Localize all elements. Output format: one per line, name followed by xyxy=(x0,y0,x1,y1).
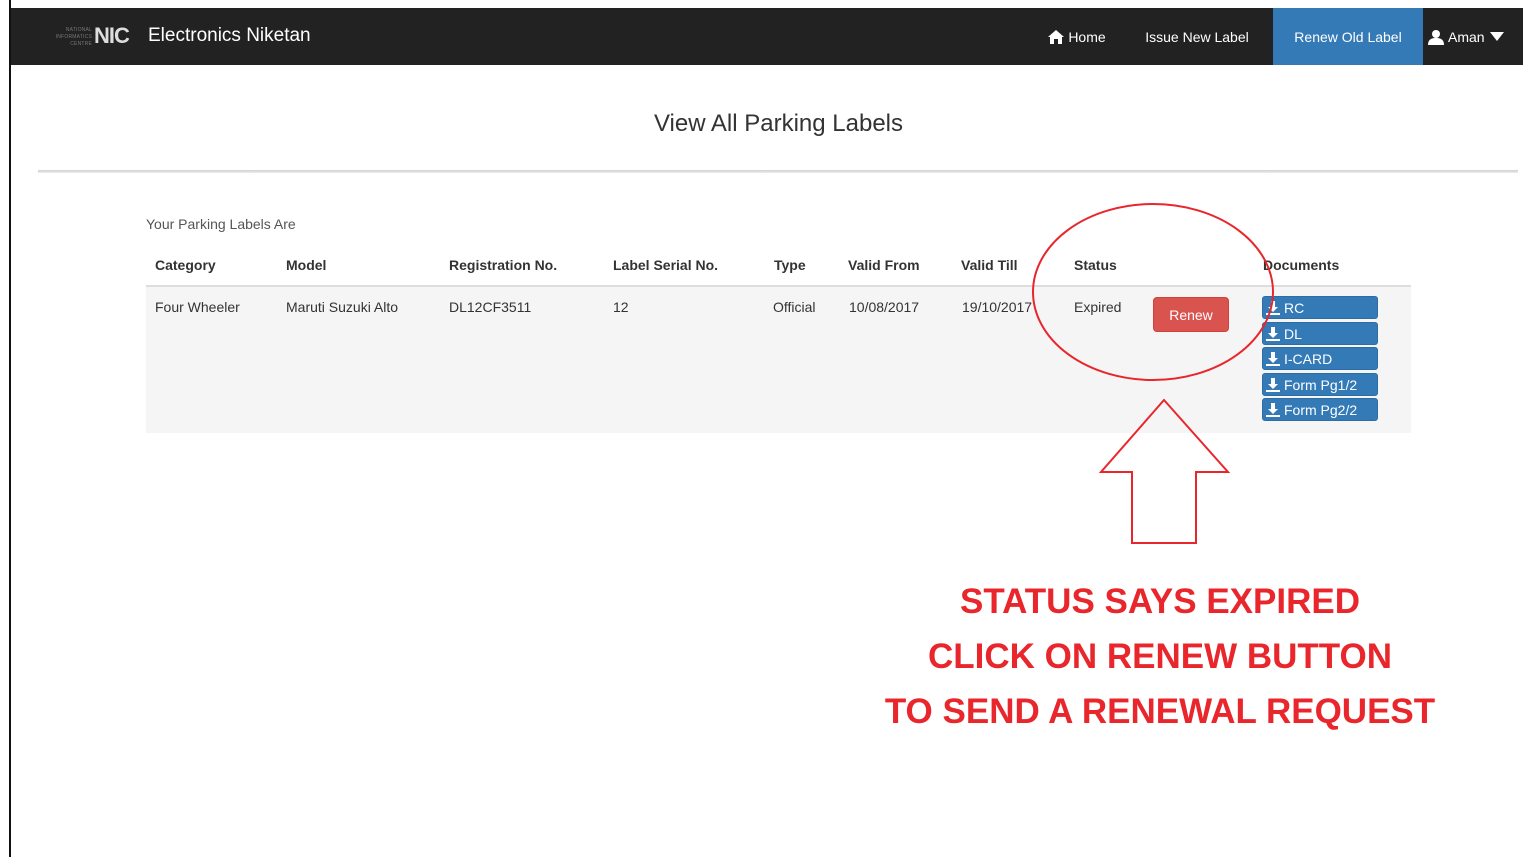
document-form-pg2-button[interactable]: Form Pg2/2 xyxy=(1262,398,1378,421)
nav-home[interactable]: Home xyxy=(1040,8,1114,65)
logo-subtext: NATIONAL INFORMATICS CENTRE xyxy=(55,27,92,47)
document-dl-button[interactable]: DL xyxy=(1262,322,1378,345)
col-valid-from: Valid From xyxy=(848,257,920,273)
left-border xyxy=(9,0,11,857)
document-label: DL xyxy=(1284,325,1302,342)
document-label: Form Pg2/2 xyxy=(1284,401,1358,418)
nav-renew-label: Renew Old Label xyxy=(1294,28,1402,45)
home-icon xyxy=(1048,29,1065,44)
nav-renew-old-label[interactable]: Renew Old Label xyxy=(1273,8,1423,65)
brand-title[interactable]: Electronics Niketan xyxy=(148,25,311,47)
page-title: View All Parking Labels xyxy=(653,110,904,137)
navbar: NATIONAL INFORMATICS CENTRE NIC Electron… xyxy=(10,8,1523,65)
nav-user-label: Aman xyxy=(1448,28,1485,45)
section-label: Your Parking Labels Are xyxy=(146,216,296,232)
cell-category: Four Wheeler xyxy=(155,299,240,315)
document-label: RC xyxy=(1284,299,1305,316)
table-header: Category Model Registration No. Label Se… xyxy=(146,248,1411,287)
caret-down-icon xyxy=(1489,31,1504,41)
renew-button-label: Renew xyxy=(1169,306,1213,323)
user-icon xyxy=(1428,29,1444,45)
renew-button[interactable]: Renew xyxy=(1153,297,1229,332)
cell-valid-from: 10/08/2017 xyxy=(849,299,920,315)
download-icon xyxy=(1266,300,1280,315)
document-icard-button[interactable]: I-CARD xyxy=(1262,347,1378,370)
col-documents: Documents xyxy=(1263,257,1340,273)
logo-mark: NIC xyxy=(94,23,130,48)
table-row: Four Wheeler Maruti Suzuki Alto DL12CF35… xyxy=(146,287,1411,433)
document-label: I-CARD xyxy=(1284,350,1333,367)
document-form-pg1-button[interactable]: Form Pg1/2 xyxy=(1262,373,1378,396)
document-rc-button[interactable]: RC xyxy=(1262,296,1378,319)
cell-status: Expired xyxy=(1074,299,1122,315)
header-divider xyxy=(38,170,1518,173)
nav-issue-new-label[interactable]: Issue New Label xyxy=(1130,8,1264,65)
col-category: Category xyxy=(155,257,216,273)
cell-label-serial-no: 12 xyxy=(613,299,629,315)
download-icon xyxy=(1266,351,1280,366)
cell-valid-till: 19/10/2017 xyxy=(962,299,1033,315)
nav-user-menu[interactable]: Aman xyxy=(1428,8,1523,65)
annotation-text: STATUS SAYS EXPIRED CLICK ON RENEW BUTTO… xyxy=(860,574,1460,739)
annotation-line: CLICK ON RENEW BUTTON xyxy=(927,637,1393,676)
annotation-line: TO SEND A RENEWAL REQUEST xyxy=(884,692,1436,731)
download-icon xyxy=(1266,326,1280,341)
screenshot-frame: NATIONAL INFORMATICS CENTRE NIC Electron… xyxy=(0,0,1523,857)
cell-type: Official xyxy=(773,299,816,315)
cell-model: Maruti Suzuki Alto xyxy=(286,299,399,315)
col-valid-till: Valid Till xyxy=(961,257,1018,273)
download-icon xyxy=(1266,402,1280,417)
download-icon xyxy=(1266,377,1280,392)
cell-registration-no: DL12CF3511 xyxy=(449,299,532,315)
nav-home-label: Home xyxy=(1068,28,1106,45)
top-margin xyxy=(0,0,1523,8)
nic-logo[interactable]: NATIONAL INFORMATICS CENTRE NIC xyxy=(48,22,140,52)
col-type: Type xyxy=(774,257,806,273)
col-registration-no: Registration No. xyxy=(449,257,558,273)
col-model: Model xyxy=(286,257,327,273)
col-status: Status xyxy=(1074,257,1117,273)
annotation-line: STATUS SAYS EXPIRED xyxy=(959,582,1360,621)
col-label-serial-no: Label Serial No. xyxy=(613,257,719,273)
nav-issue-label: Issue New Label xyxy=(1145,28,1249,45)
document-label: Form Pg1/2 xyxy=(1284,376,1358,393)
